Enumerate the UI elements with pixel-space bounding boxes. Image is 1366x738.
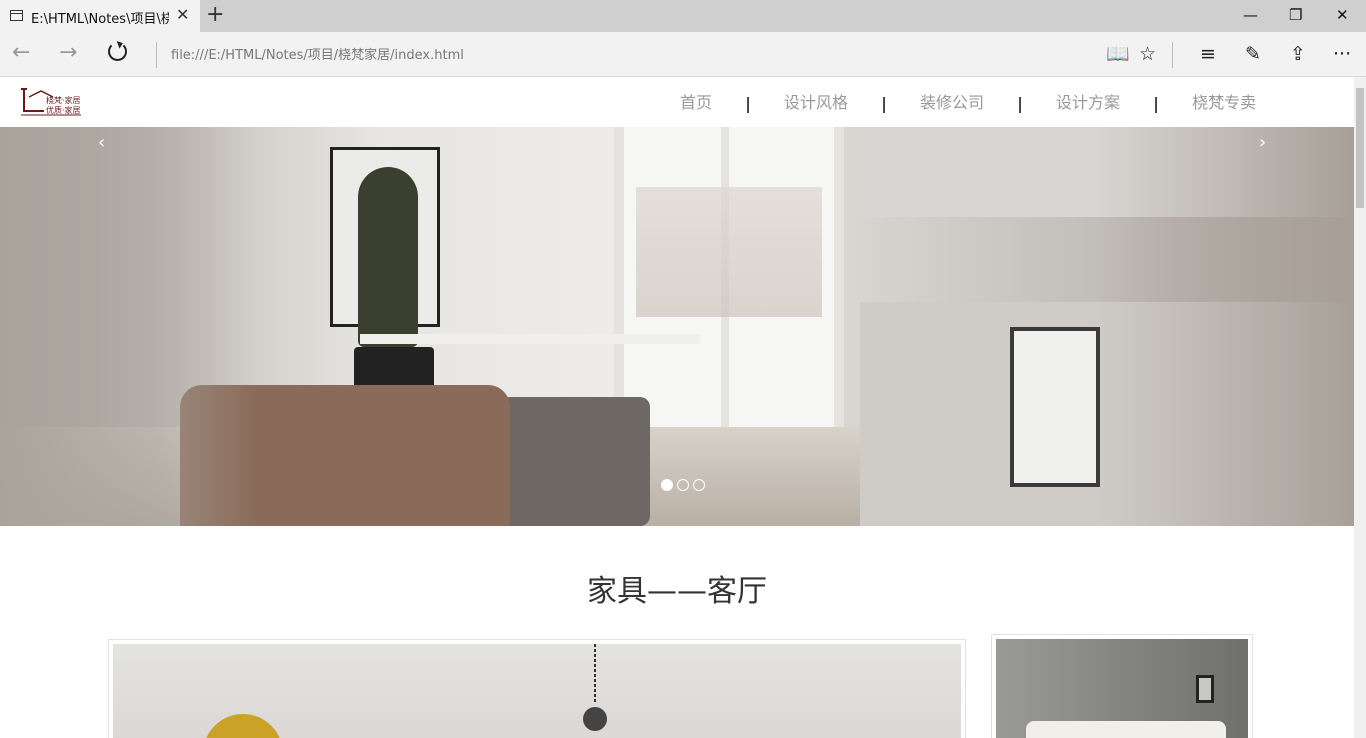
main-nav: 首页 | 设计风格 | 装修公司 | 设计方案 | 桡梵专卖 — [680, 91, 1256, 115]
more-icon[interactable]: ··· — [1333, 43, 1351, 65]
hero-fade-right — [1094, 127, 1354, 526]
favorite-star-icon[interactable]: ☆ — [1139, 43, 1156, 65]
living-room-side-card[interactable] — [991, 634, 1253, 738]
nav-separator: | — [881, 93, 887, 113]
share-icon[interactable]: ⇪ — [1290, 43, 1306, 65]
carousel-dot[interactable] — [677, 479, 689, 491]
nav-design-plan[interactable]: 设计方案 — [1056, 91, 1120, 115]
nav-decoration-company[interactable]: 装修公司 — [920, 91, 984, 115]
web-note-icon[interactable]: ✎ — [1245, 43, 1261, 65]
page-icon — [10, 10, 23, 21]
hero-oven — [1010, 327, 1100, 487]
refresh-icon[interactable] — [108, 42, 127, 61]
carousel-prev-arrow[interactable]: ‹ — [98, 133, 105, 153]
site-logo[interactable]: 桡梵·家居 优质·家居 — [19, 85, 83, 119]
close-window-button[interactable]: ✕ — [1336, 5, 1349, 25]
tab-strip: E:\HTML\Notes\项目\桡 ✕ + — ❐ ✕ — [0, 0, 1366, 32]
site-header: 桡梵·家居 优质·家居 首页 | 设计风格 | 装修公司 | 设计方案 | 桡梵… — [0, 77, 1354, 127]
minimize-button[interactable]: — — [1243, 5, 1258, 25]
new-tab-button[interactable]: + — [206, 3, 224, 27]
hub-icon[interactable]: ≡ — [1200, 43, 1216, 65]
back-button[interactable]: ← — [12, 42, 30, 64]
living-room-main-image — [113, 644, 961, 738]
nav-separator: | — [1017, 93, 1023, 113]
forward-button[interactable]: → — [59, 42, 77, 64]
page-viewport: 桡梵·家居 优质·家居 首页 | 设计风格 | 装修公司 | 设计方案 | 桡梵… — [0, 77, 1354, 738]
scrollbar-thumb[interactable] — [1356, 88, 1364, 208]
tab-title[interactable]: E:\HTML\Notes\项目\桡 — [31, 8, 169, 27]
toolbar-divider — [1172, 42, 1173, 68]
reading-view-icon[interactable]: 📖 — [1106, 43, 1130, 65]
address-divider — [156, 42, 157, 68]
logo-subtext: 优质·家居 — [46, 106, 81, 115]
carousel-dot[interactable] — [693, 479, 705, 491]
hero-throw — [500, 397, 650, 526]
carousel-next-arrow[interactable]: › — [1259, 133, 1266, 153]
nav-home[interactable]: 首页 — [680, 91, 712, 115]
nav-store[interactable]: 桡梵专卖 — [1192, 91, 1256, 115]
hero-window — [614, 127, 844, 427]
wall-frame — [1196, 675, 1214, 703]
restore-button[interactable]: ❐ — [1289, 5, 1302, 25]
close-tab-icon[interactable]: ✕ — [176, 6, 189, 24]
carousel-indicators — [661, 479, 705, 491]
hero-carousel: ‹ › — [0, 127, 1354, 526]
browser-toolbar: ← → file:///E:/HTML/Notes/项目/桡梵家居/index.… — [0, 32, 1366, 77]
living-room-side-image — [996, 639, 1248, 738]
hero-cactus — [358, 167, 418, 347]
logo-text: 桡梵·家居 — [46, 96, 81, 105]
chandelier-icon — [583, 644, 607, 731]
browser-tab[interactable]: E:\HTML\Notes\项目\桡 ✕ — [0, 0, 200, 32]
white-sofa — [1026, 721, 1226, 738]
page-scrollbar[interactable] — [1354, 77, 1366, 738]
nav-separator: | — [1153, 93, 1159, 113]
address-bar[interactable]: file:///E:/HTML/Notes/项目/桡梵家居/index.html — [171, 44, 464, 63]
hero-fade-left — [0, 127, 260, 526]
living-room-main-card[interactable] — [108, 639, 966, 738]
carousel-dot[interactable] — [661, 479, 673, 491]
gold-ornament — [203, 714, 283, 738]
hero-table — [360, 334, 700, 344]
nav-design-style[interactable]: 设计风格 — [784, 91, 848, 115]
section-title: 家具——客厅 — [587, 574, 767, 609]
nav-separator: | — [745, 93, 751, 113]
